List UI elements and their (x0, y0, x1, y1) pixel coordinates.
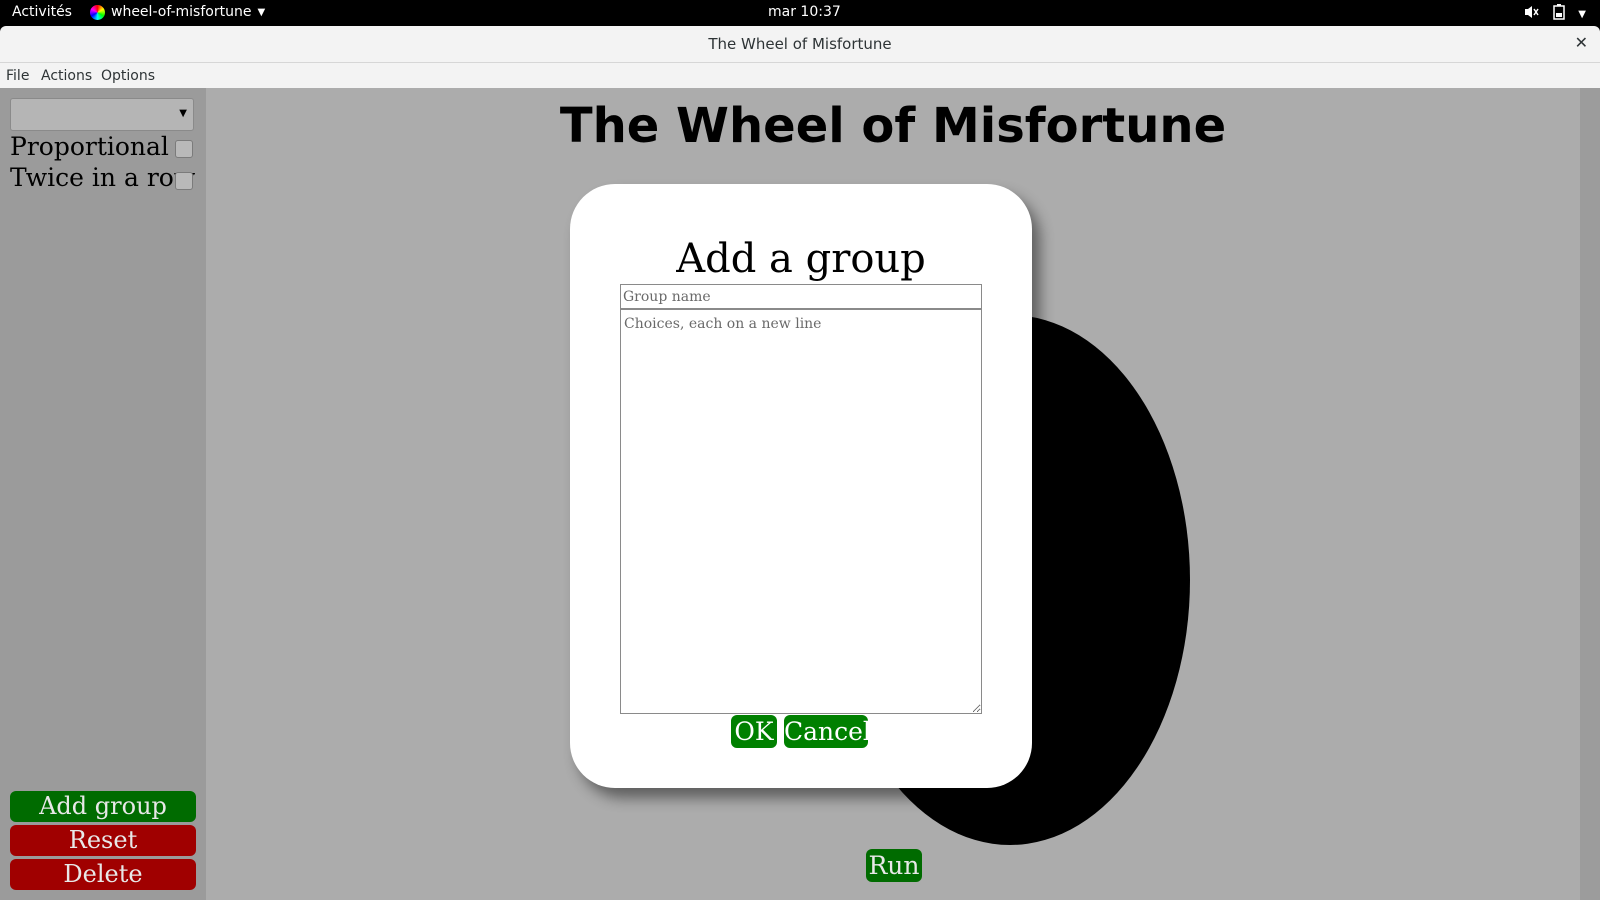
sidebar: ▼ Proportional Twice in a row Add group … (0, 88, 206, 900)
scrollbar[interactable] (1580, 88, 1600, 900)
chevron-down-icon: ▼ (179, 108, 187, 119)
delete-button[interactable]: Delete (10, 859, 196, 890)
system-tray[interactable]: ▼ (1524, 4, 1586, 24)
group-select[interactable]: ▼ (10, 98, 194, 131)
group-name-input[interactable] (620, 284, 982, 309)
proportional-checkbox[interactable] (175, 140, 193, 158)
twice-in-a-row-checkbox[interactable] (175, 172, 193, 190)
choices-textarea[interactable] (620, 309, 982, 714)
volume-icon[interactable] (1524, 4, 1540, 24)
reset-button[interactable]: Reset (10, 825, 196, 856)
cancel-button[interactable]: Cancel (784, 715, 871, 748)
menu-actions[interactable]: Actions (41, 68, 92, 84)
clock[interactable]: mar 10:37 (768, 4, 841, 20)
app-icon (90, 4, 105, 20)
app-menu-label: wheel-of-misfortune (111, 4, 252, 20)
activities-button[interactable]: Activités (12, 4, 72, 20)
proportional-label: Proportional (10, 132, 169, 161)
chevron-down-icon: ▼ (257, 6, 266, 18)
dialog-title: Add a group (676, 236, 926, 282)
add-group-dialog: Add a group OK Cancel (570, 184, 1032, 788)
twice-in-a-row-label: Twice in a row (10, 163, 196, 192)
ok-button[interactable]: OK (731, 715, 777, 748)
window-title-bar: The Wheel of Misfortune ✕ (0, 26, 1600, 63)
menu-options[interactable]: Options (101, 68, 155, 84)
window-title: The Wheel of Misfortune (708, 35, 892, 53)
app-menu[interactable]: wheel-of-misfortune ▼ (90, 4, 265, 20)
system-top-bar: Activités wheel-of-misfortune ▼ mar 10:3… (0, 0, 1600, 26)
add-group-button[interactable]: Add group (10, 791, 196, 822)
app-content: ▼ Proportional Twice in a row Add group … (0, 88, 1600, 900)
run-button[interactable]: Run (866, 849, 922, 882)
page-title: The Wheel of Misfortune (559, 98, 1227, 154)
menu-caret-icon[interactable]: ▼ (1578, 9, 1586, 20)
close-icon[interactable]: ✕ (1575, 33, 1588, 52)
battery-icon[interactable] (1552, 4, 1566, 24)
menu-bar: File Actions Options (0, 63, 1600, 88)
menu-file[interactable]: File (6, 68, 29, 84)
